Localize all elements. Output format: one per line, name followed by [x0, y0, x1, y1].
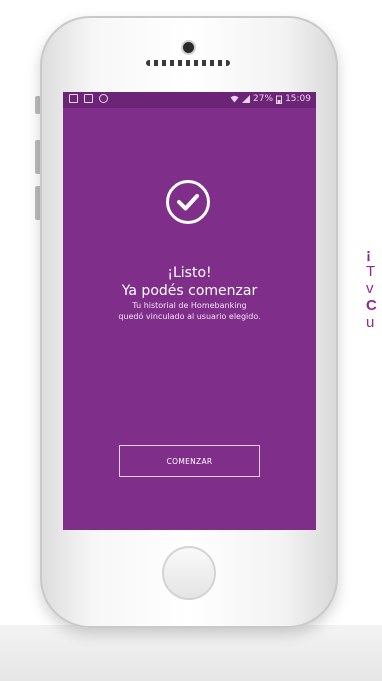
message-line-2: quedó vinculado al usuario elegido.	[118, 312, 261, 321]
status-bar: 27% 15:09	[63, 92, 316, 108]
status-right: 27% 15:09	[230, 94, 311, 104]
status-time: 15:09	[285, 94, 311, 104]
battery-icon	[276, 95, 283, 104]
side-text-line-5: u	[366, 314, 375, 331]
earpiece-speaker	[146, 60, 230, 66]
side-text-line-2: T	[366, 263, 376, 280]
side-text-line-4: C	[366, 297, 377, 314]
battery-percent: 27%	[253, 94, 274, 104]
phone-screen: 27% 15:09 ¡Listo! Ya podés comenzar Tu h…	[63, 92, 316, 530]
comenzar-button[interactable]: COMENZAR	[119, 445, 260, 477]
front-camera	[183, 42, 194, 53]
side-text-clipped: ¡ T v C u	[366, 246, 377, 331]
floor-shadow	[0, 625, 382, 681]
success-message: Tu historial de Homebanking quedó vincul…	[63, 300, 316, 322]
message-line-1: Tu historial de Homebanking	[132, 301, 247, 310]
notification-icon	[99, 94, 108, 103]
wifi-icon	[230, 95, 239, 103]
calendar-icon	[69, 94, 78, 103]
success-check-icon	[166, 180, 210, 224]
image-icon	[84, 94, 93, 103]
side-text-line-3: v	[366, 280, 374, 297]
title-line-1: ¡Listo!	[167, 265, 212, 281]
home-button[interactable]	[162, 546, 216, 600]
success-title: ¡Listo! Ya podés comenzar	[63, 264, 316, 300]
status-left-icons	[69, 94, 108, 103]
signal-icon	[242, 95, 251, 103]
side-text-line-1: ¡	[366, 246, 371, 263]
title-line-2: Ya podés comenzar	[121, 283, 258, 299]
